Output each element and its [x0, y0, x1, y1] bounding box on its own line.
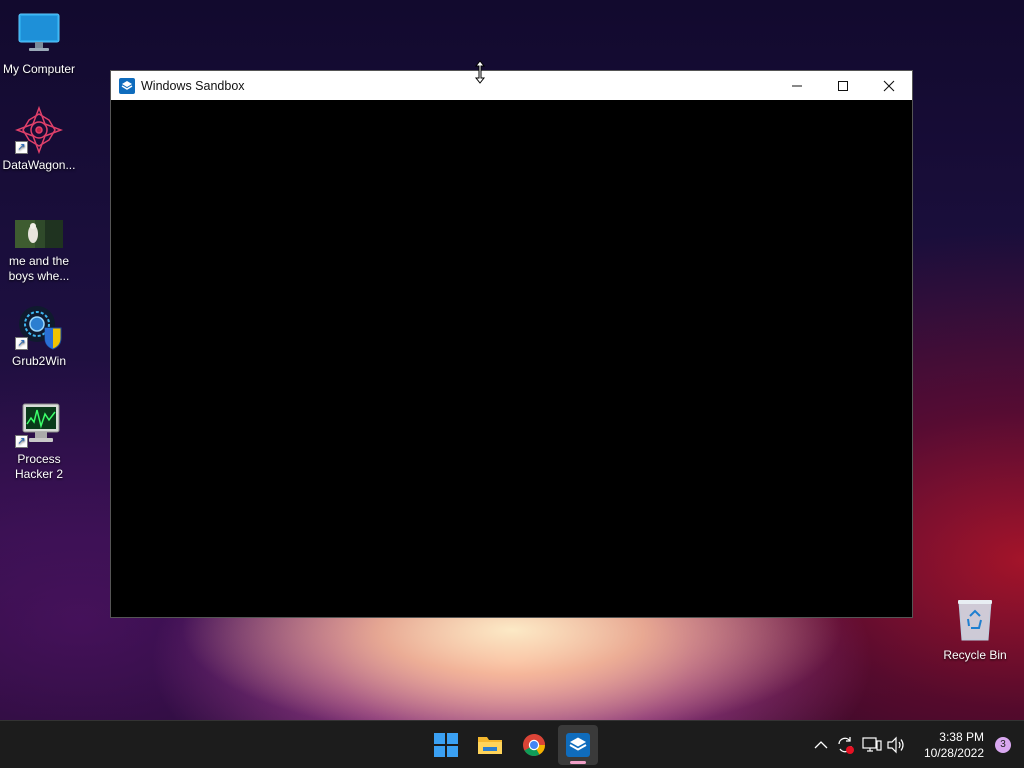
sandbox-display-area[interactable] — [111, 100, 912, 617]
volume-button[interactable] — [886, 735, 906, 755]
desktop-icon-process-hacker[interactable]: ↗ Process Hacker 2 — [0, 400, 78, 482]
file-explorer-button[interactable] — [470, 725, 510, 765]
desktop-icon-recycle-bin[interactable]: Recycle Bin — [936, 596, 1014, 663]
chrome-button[interactable] — [514, 725, 554, 765]
show-hidden-icons-button[interactable] — [811, 735, 831, 755]
chevron-up-icon — [814, 741, 828, 749]
windows-sandbox-taskbar-button[interactable] — [558, 725, 598, 765]
close-icon — [883, 80, 895, 91]
minimize-icon — [792, 85, 802, 86]
active-app-indicator — [570, 761, 586, 764]
window-titlebar[interactable]: Windows Sandbox — [111, 71, 912, 100]
window-title: Windows Sandbox — [141, 78, 245, 93]
sync-status-button[interactable] — [835, 735, 855, 755]
minimize-button[interactable] — [774, 71, 820, 100]
volume-icon — [887, 736, 904, 754]
desktop-icon-label: Grub2Win — [11, 354, 67, 368]
start-button[interactable] — [426, 725, 466, 765]
recycle-bin-icon — [951, 596, 999, 644]
clock-time: 3:38 PM — [939, 730, 984, 744]
desktop-icon-datawagon[interactable]: ↗ DataWagon... — [0, 105, 78, 173]
taskbar: 3:38 PM 10/28/2022 3 — [0, 720, 1024, 768]
desktop-icon-label: me and the boys whe... — [8, 254, 70, 283]
desktop-icon-label: Recycle Bin — [943, 648, 1007, 662]
notification-count-badge[interactable]: 3 — [995, 737, 1011, 753]
desktop-icon-grub2win[interactable]: ↗ Grub2Win — [0, 302, 78, 369]
shortcut-arrow-icon: ↗ — [15, 337, 28, 350]
monitor-icon — [15, 10, 63, 58]
windows-start-icon — [434, 733, 458, 757]
chrome-icon — [523, 734, 545, 756]
windows-sandbox-window[interactable]: Windows Sandbox — [110, 70, 913, 618]
desktop-icon-image-file[interactable]: me and the boys whe... — [0, 220, 78, 284]
taskbar-clock[interactable]: 3:38 PM 10/28/2022 — [924, 729, 984, 761]
folder-icon — [478, 737, 502, 754]
datawagon-logo-icon: ↗ — [14, 105, 64, 155]
desktop-icon-my-computer[interactable]: My Computer — [0, 10, 78, 77]
clock-date: 10/28/2022 — [923, 746, 984, 760]
image-thumbnail-icon — [15, 220, 63, 250]
grub2win-icon: ↗ — [15, 302, 63, 350]
maximize-button[interactable] — [820, 71, 866, 100]
network-icon — [862, 737, 882, 752]
desktop-icon-label: My Computer — [2, 62, 76, 76]
network-button[interactable] — [862, 735, 882, 755]
maximize-icon — [838, 80, 848, 91]
process-hacker-icon: ↗ — [15, 400, 63, 448]
desktop-icon-label: Process Hacker 2 — [14, 452, 64, 481]
window-controls — [774, 71, 912, 100]
close-button[interactable] — [866, 71, 912, 100]
windows-sandbox-icon — [566, 733, 590, 757]
desktop-icon-label: DataWagon... — [2, 158, 76, 172]
shortcut-arrow-icon: ↗ — [15, 141, 28, 154]
shortcut-arrow-icon: ↗ — [15, 435, 28, 448]
windows-sandbox-icon — [119, 77, 135, 94]
sync-icon — [838, 737, 854, 754]
resize-cursor-icon — [474, 60, 486, 84]
